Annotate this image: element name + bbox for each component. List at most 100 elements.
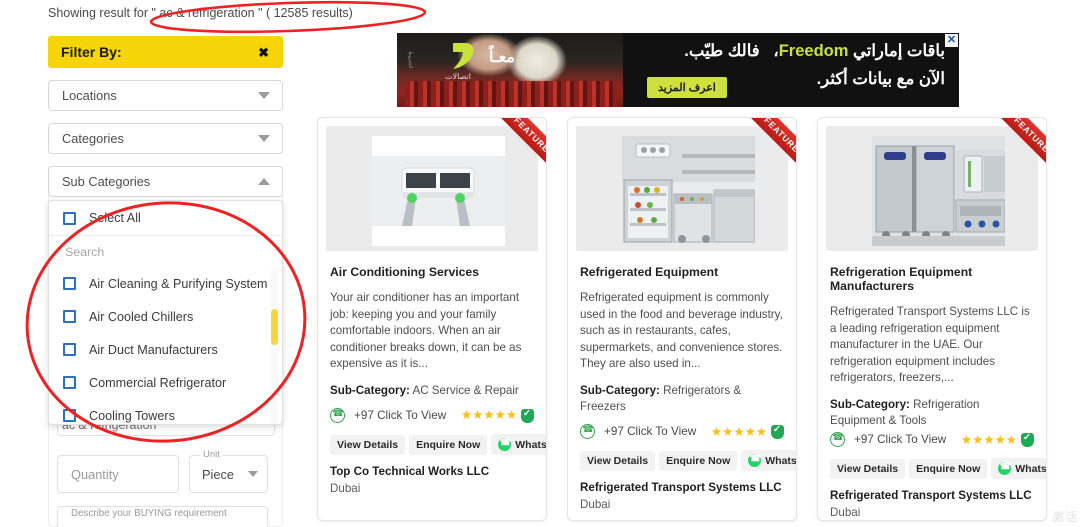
filter-by-header[interactable]: Filter By: ✖ [48, 36, 283, 68]
product-description: Refrigerated equipment is commonly used … [580, 291, 783, 371]
dropdown-option-label: Air Cooled Chillers [89, 309, 194, 324]
checkbox-icon[interactable] [63, 343, 76, 356]
whatsapp-button[interactable]: WhatsApp [741, 450, 797, 472]
ad-cta-button[interactable]: اعرف المزيد [647, 77, 727, 98]
dropdown-option-label: Commercial Refrigerator [89, 375, 227, 390]
product-card[interactable]: FEATURED Refrigeration Equipment Manufac… [817, 117, 1047, 521]
product-title: Refrigeration Equipment Manufacturers [830, 265, 973, 293]
phone-rating-row: +97 Click To View ★ ★ ★ ★ ★ [580, 424, 784, 440]
star-icon: ★ [722, 424, 734, 439]
product-description: Your air conditioner has an important jo… [330, 291, 522, 371]
phone-rating-row: +97 Click To View ★ ★ ★ ★ ★ [830, 432, 1034, 448]
ad-headline-prefix: باقات إماراتي [853, 42, 945, 60]
chevron-down-icon: ✖ [258, 44, 269, 60]
whatsapp-button[interactable]: WhatsApp [991, 458, 1047, 480]
checkbox-icon[interactable] [63, 376, 76, 389]
dropdown-option-label: Air Cleaning & Purifying System [89, 276, 268, 291]
star-icon: ★ [494, 408, 506, 423]
chevron-down-icon [258, 92, 270, 99]
unit-value: Piece [202, 466, 235, 482]
product-sub-category: Sub-Category: AC Service & Repair [330, 383, 534, 399]
describe-requirement-legend: Describe your BUYING requirement [68, 508, 230, 519]
unit-select[interactable]: Unit Piece [189, 449, 268, 493]
dropdown-scrollbar-thumb[interactable] [271, 309, 278, 345]
phone-number[interactable]: +97 Click To View [604, 425, 696, 438]
checkbox-icon[interactable] [63, 310, 76, 323]
verified-badge-icon [1021, 432, 1034, 447]
chevron-up-icon [258, 178, 270, 185]
featured-ribbon-label: FEATURED [493, 118, 546, 179]
view-details-button[interactable]: View Details [580, 450, 656, 471]
ad-tagline: فالك طيّب. [684, 42, 760, 60]
star-icon: ★ [994, 432, 1006, 447]
star-icon: ★ [972, 432, 984, 447]
whatsapp-icon [998, 461, 1012, 476]
sub-category-label: Sub-Category: [580, 383, 660, 397]
select-categories[interactable]: Categories [48, 123, 283, 154]
sub-category-value: AC Service & Repair [412, 383, 519, 397]
dropdown-option-select-all[interactable]: Select All [49, 201, 282, 236]
view-details-button[interactable]: View Details [830, 458, 906, 479]
dropdown-option[interactable]: Air Cleaning & Purifying System [49, 267, 282, 300]
whatsapp-label: WhatsApp [1015, 462, 1047, 475]
checkbox-icon[interactable] [63, 409, 76, 422]
verified-badge-icon [771, 424, 784, 439]
select-categories-label: Categories [62, 131, 124, 146]
enquire-now-button[interactable]: Enquire Now [409, 434, 488, 455]
dropdown-option[interactable]: Commercial Refrigerator [49, 366, 282, 399]
ad-maan-text: معـاً [489, 49, 515, 66]
whatsapp-label: WhatsApp [515, 438, 547, 451]
company-name: Top Co Technical Works LLC [330, 465, 490, 479]
unit-legend: Unit [200, 449, 223, 460]
star-icon: ★ [983, 432, 995, 447]
rating-stars: ★ ★ ★ ★ ★ [711, 424, 784, 439]
star-icon: ★ [733, 424, 745, 439]
product-title: Refrigerated Equipment [580, 265, 719, 279]
whatsapp-icon [748, 453, 762, 468]
phone-number[interactable]: +97 Click To View [854, 433, 946, 446]
whatsapp-label: WhatsApp [765, 454, 797, 467]
dropdown-option[interactable]: Air Duct Manufacturers [49, 333, 282, 366]
star-icon: ★ [744, 424, 756, 439]
company-name: Refrigerated Transport Systems LLC [580, 481, 782, 495]
enquire-now-button[interactable]: Enquire Now [909, 458, 988, 479]
select-locations[interactable]: Locations [48, 80, 283, 111]
star-icon: ★ [755, 424, 767, 439]
whatsapp-button[interactable]: WhatsApp [491, 434, 547, 456]
card-action-buttons: View Details Enquire Now WhatsApp [580, 450, 796, 472]
filter-sidebar: Filter By: ✖ Locations Categories Sub Ca… [48, 36, 283, 197]
ad-side-text: الشروط [407, 51, 413, 69]
star-icon: ★ [472, 408, 484, 423]
view-details-button[interactable]: View Details [330, 434, 406, 455]
rating-stars: ★ ★ ★ ★ ★ [960, 432, 1034, 447]
whatsapp-icon [498, 437, 512, 452]
verified-badge-icon [521, 408, 534, 423]
dropdown-scrollbar[interactable] [271, 267, 278, 424]
phone-icon [830, 432, 845, 448]
card-action-buttons: View Details Enquire Now WhatsApp [830, 458, 1046, 480]
chevron-down-icon [258, 135, 270, 142]
dropdown-option[interactable]: Cooling Towers [49, 399, 282, 424]
star-icon: ★ [960, 432, 973, 447]
checkbox-icon[interactable] [63, 211, 76, 225]
enquire-now-button[interactable]: Enquire Now [659, 450, 738, 471]
select-locations-label: Locations [62, 88, 117, 103]
rating-stars: ★ ★ ★ ★ ★ [461, 408, 534, 423]
product-sub-category: Sub-Category: Refrigeration Equipment & … [830, 397, 1034, 429]
close-icon[interactable]: ✕ [945, 34, 958, 47]
ad-brand-name: Freedom [778, 42, 849, 60]
select-sub-categories[interactable]: Sub Categories [48, 166, 283, 197]
dropdown-option[interactable]: Air Cooled Chillers [49, 300, 282, 333]
product-card[interactable]: FEATURED Refrigerated Equipment Refriger… [567, 117, 797, 521]
product-card[interactable]: FEATURED Air Conditioning Services Your … [317, 117, 547, 521]
company-city: Dubai [580, 498, 611, 512]
advertisement-banner[interactable]: اتصالات الشروط معـاً باقات إماراتي Freed… [397, 33, 959, 107]
dropdown-search-input[interactable]: Search [49, 236, 282, 267]
phone-number[interactable]: +97 Click To View [354, 409, 446, 422]
quantity-input[interactable]: Quantity [57, 455, 179, 493]
filter-by-label: Filter By: [61, 44, 122, 60]
results-summary: Showing result for " ac & refrigeration … [48, 6, 353, 20]
ad-headline-line2: الآن مع بيانات أكثر. [816, 70, 945, 88]
dropdown-option-label: Air Duct Manufacturers [89, 342, 218, 357]
checkbox-icon[interactable] [63, 277, 76, 290]
